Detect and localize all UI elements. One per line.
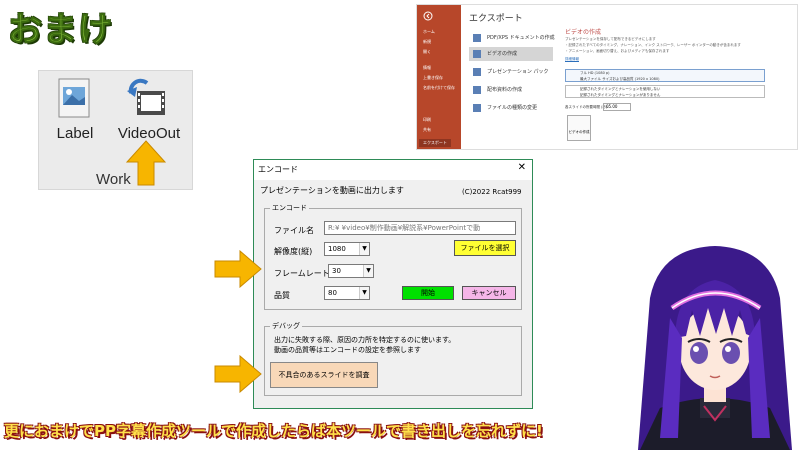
investigate-slides-button[interactable]: 不具合のあるスライドを調査 bbox=[270, 362, 378, 388]
export-heading: エクスポート bbox=[469, 14, 523, 24]
ribbon-group-work: Label VideoOut Work bbox=[38, 70, 193, 190]
create-video-desc: プレゼンテーションを保存して配布できるビデオにします bbox=[565, 37, 656, 41]
right-arrow-icon bbox=[214, 355, 262, 393]
start-button[interactable]: 開始 bbox=[402, 286, 454, 300]
chevron-down-icon: ▼ bbox=[363, 265, 373, 277]
label-button-label: Label bbox=[56, 125, 94, 142]
resolution-select[interactable]: 1080 ▼ bbox=[324, 242, 370, 256]
label-button[interactable]: Label bbox=[45, 75, 105, 155]
sidebar-item-open[interactable]: 開く bbox=[423, 49, 431, 55]
character-illustration bbox=[638, 246, 792, 450]
sidebar-item-save[interactable]: 上書き保存 bbox=[423, 75, 443, 81]
sidebar-item-print[interactable]: 印刷 bbox=[423, 117, 431, 123]
cancel-button[interactable]: キャンセル bbox=[462, 286, 516, 300]
quality-label: 品質 bbox=[274, 291, 290, 300]
dialog-title: エンコード bbox=[258, 165, 298, 174]
debug-description-2: 動画の品質等はエンコードの設定を参照します bbox=[274, 346, 421, 354]
right-arrow-icon bbox=[214, 250, 262, 288]
seconds-field[interactable]: 05.00 bbox=[603, 103, 631, 111]
debug-description-1: 出力に失敗する際、原因の力所を特定するのに使います。 bbox=[274, 336, 456, 344]
sidebar-item-info[interactable]: 情報 bbox=[423, 65, 431, 71]
select-file-button[interactable]: ファイルを選択 bbox=[454, 240, 516, 256]
create-video-bullet-1: ・記録されたすべてのタイミング、ナレーション、インク ストローク、レーザー ポイ… bbox=[565, 43, 741, 47]
option-package-presentation[interactable]: プレゼンテーション パック bbox=[469, 65, 553, 79]
sidebar-item-export[interactable]: エクスポート bbox=[419, 139, 451, 147]
chevron-down-icon: ▼ bbox=[359, 287, 369, 299]
resolution-label: 解像度(縦) bbox=[274, 247, 313, 256]
pdf-icon bbox=[473, 34, 481, 42]
sidebar-item-new[interactable]: 新規 bbox=[423, 39, 431, 45]
framerate-select[interactable]: 30 ▼ bbox=[328, 264, 374, 278]
option-create-pdf[interactable]: PDF/XPS ドキュメントの作成 bbox=[469, 31, 555, 45]
label-image-icon bbox=[58, 78, 90, 118]
copyright: (C)2022 Rcat999 bbox=[462, 188, 522, 196]
handouts-icon bbox=[473, 86, 481, 94]
powerpoint-export-panel: ホーム 新規 開く 情報 上書き保存 名前を付けて保存 印刷 共有 エクスポート… bbox=[416, 4, 798, 150]
file-type-icon bbox=[473, 104, 481, 112]
encode-frame-label: エンコード bbox=[270, 203, 309, 213]
sidebar-item-home[interactable]: ホーム bbox=[423, 29, 435, 35]
debug-frame-label: デバッグ bbox=[270, 321, 302, 331]
chevron-down-icon: ▼ bbox=[359, 243, 369, 255]
quality-dropdown[interactable]: フル HD (1080 p) 最大ファイル サイズおよび高品質 (1920 x … bbox=[565, 69, 765, 82]
create-video-button[interactable]: ビデオの作成 bbox=[567, 115, 591, 141]
backstage-sidebar: ホーム 新規 開く 情報 上書き保存 名前を付けて保存 印刷 共有 エクスポート bbox=[417, 5, 461, 149]
option-create-handouts[interactable]: 配布資料の作成 bbox=[469, 83, 553, 97]
quality-select[interactable]: 80 ▼ bbox=[324, 286, 370, 300]
option-change-file-type[interactable]: ファイルの種類の変更 bbox=[469, 101, 553, 115]
sidebar-item-save-as[interactable]: 名前を付けて保存 bbox=[423, 85, 455, 91]
option-create-video[interactable]: ビデオの作成 bbox=[469, 47, 553, 61]
caption-text: 更におまけでPP字幕作成ツールで作成したらば本ツールで書き出しを忘れずに! bbox=[4, 422, 543, 440]
dialog-titlebar: エンコード ✕ bbox=[254, 160, 532, 180]
create-video-title: ビデオの作成 bbox=[565, 29, 602, 36]
video-icon bbox=[473, 50, 481, 58]
page-title: おまけ bbox=[8, 10, 113, 51]
video-out-icon bbox=[127, 78, 165, 115]
create-video-bullet-2: ・アニメーション、画面切り替え、およびメディアも保存されます bbox=[565, 49, 670, 53]
close-icon[interactable]: ✕ bbox=[518, 162, 526, 173]
filename-label: ファイル名 bbox=[274, 226, 314, 235]
sidebar-item-share[interactable]: 共有 bbox=[423, 127, 431, 133]
filename-field[interactable]: R:¥ ¥video¥制作動画¥解説系¥PowerPointで動 bbox=[324, 221, 516, 235]
encode-dialog: エンコード ✕ プレゼンテーションを動画に出力します (C)2022 Rcat9… bbox=[253, 159, 533, 409]
back-arrow-icon[interactable] bbox=[423, 11, 433, 21]
framerate-label: フレームレート bbox=[274, 269, 330, 278]
detail-link[interactable]: 詳細情報 bbox=[565, 57, 579, 62]
dialog-heading: プレゼンテーションを動画に出力します bbox=[260, 186, 404, 195]
package-icon bbox=[473, 68, 481, 76]
up-arrow-icon bbox=[126, 140, 166, 186]
seconds-label: 各スライドの所要時間 (秒): bbox=[565, 105, 609, 109]
timing-dropdown[interactable]: 記録されたタイミングとナレーションを使用しない 記録されたタイミングとナレーショ… bbox=[565, 85, 765, 98]
